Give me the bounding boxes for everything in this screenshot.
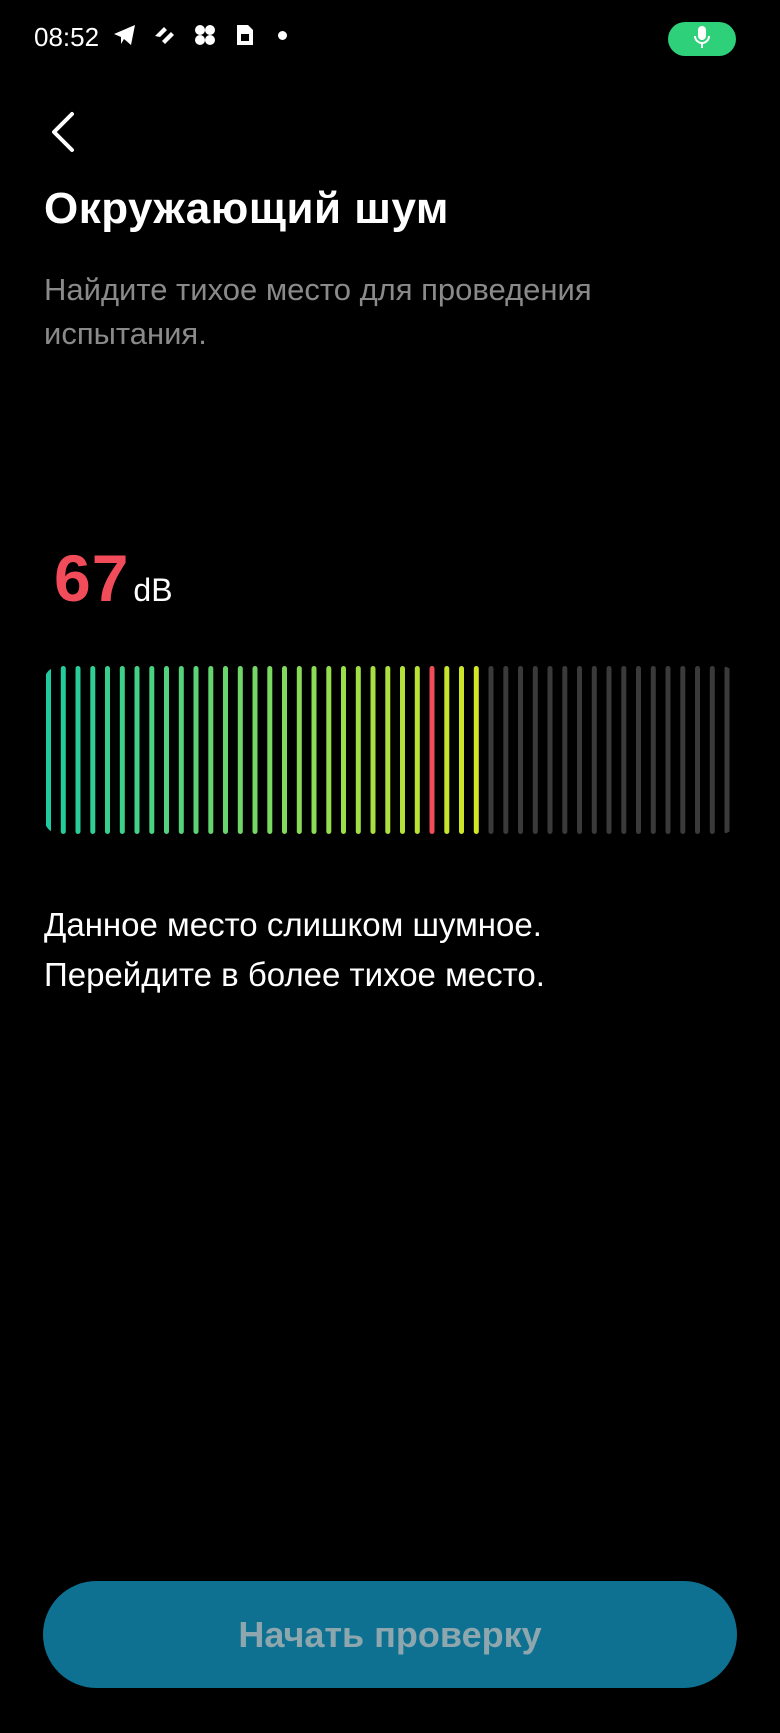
page-subtitle: Найдите тихое место для проведения испыт… [44, 272, 592, 351]
meter-bar-active [164, 666, 169, 834]
meter-bar-inactive [606, 666, 612, 834]
meter-bar-active [193, 666, 199, 834]
meter-bar-active [282, 666, 287, 834]
page-title: Окружающий шум [44, 184, 449, 233]
meter-bar-active [46, 666, 51, 834]
meter-bar-active [355, 666, 361, 834]
meter-bar-active [149, 666, 155, 834]
status-icons [112, 22, 287, 48]
telegram-icon [112, 22, 138, 48]
noise-meter-bars [46, 666, 730, 834]
meter-bar-active [473, 666, 479, 834]
grid-app-icon [192, 22, 218, 48]
notification-dot-icon [278, 30, 287, 40]
noise-message-line2: Перейдите в более тихое место. [44, 956, 545, 993]
meter-bar-active [311, 666, 317, 834]
meter-bar-active [119, 666, 125, 834]
meter-bar-inactive [591, 666, 597, 834]
noise-message-line1: Данное место слишком шумное. [44, 906, 542, 943]
status-bar: 08:52 [0, 0, 780, 80]
noise-meter [44, 666, 737, 834]
noise-unit: dB [133, 572, 173, 608]
meter-bar-inactive [518, 666, 523, 834]
meter-bar-active [414, 666, 420, 834]
meter-bar-inactive [488, 666, 494, 834]
chevron-left-icon [48, 110, 78, 159]
meter-bar-active [105, 666, 110, 834]
noise-message: Данное место слишком шумное. Перейдите в… [44, 900, 744, 1000]
meter-bar-active [90, 666, 96, 834]
meter-bar-inactive [665, 666, 671, 834]
meter-bar-active [75, 666, 81, 834]
meter-bar-inactive [636, 666, 641, 834]
status-time: 08:52 [34, 22, 100, 52]
meter-bar-active [400, 666, 405, 834]
meter-bar-active [267, 666, 273, 834]
meter-bar-inactive [577, 666, 582, 834]
meter-bar-active [370, 666, 376, 834]
meter-bar-inactive [621, 666, 627, 834]
meter-bar-active [60, 666, 66, 834]
start-check-button[interactable]: Начать проверку [43, 1581, 737, 1688]
meter-bar-active [341, 666, 346, 834]
meter-bar-active [385, 666, 391, 834]
meter-bar-active [459, 666, 464, 834]
meter-bar-active [223, 666, 228, 834]
meter-marker-bar [429, 666, 435, 834]
meter-bar-active [237, 666, 243, 834]
back-button[interactable] [48, 104, 92, 164]
meter-bar-active [444, 666, 450, 834]
sim-card-icon [232, 22, 258, 48]
meter-bar-inactive [680, 666, 686, 834]
meter-bar-inactive [532, 666, 538, 834]
meter-bar-inactive [547, 666, 553, 834]
meter-bar-inactive [724, 666, 730, 834]
meter-bar-active [326, 666, 332, 834]
meter-bar-active [296, 666, 302, 834]
meter-bar-inactive [562, 666, 568, 834]
noise-readout: 67 dB [54, 540, 173, 616]
meter-bar-active [134, 666, 140, 834]
meter-bar-active [208, 666, 214, 834]
noise-value: 67 [54, 541, 130, 615]
meter-bar-inactive [709, 666, 715, 834]
meter-bar-active [178, 666, 184, 834]
meter-bar-inactive [650, 666, 656, 834]
meter-bar-inactive [695, 666, 700, 834]
microphone-icon [692, 25, 712, 54]
meter-bar-inactive [503, 666, 509, 834]
meter-bar-active [252, 666, 258, 834]
shortcut-icon [152, 22, 178, 48]
microphone-indicator [668, 22, 736, 56]
